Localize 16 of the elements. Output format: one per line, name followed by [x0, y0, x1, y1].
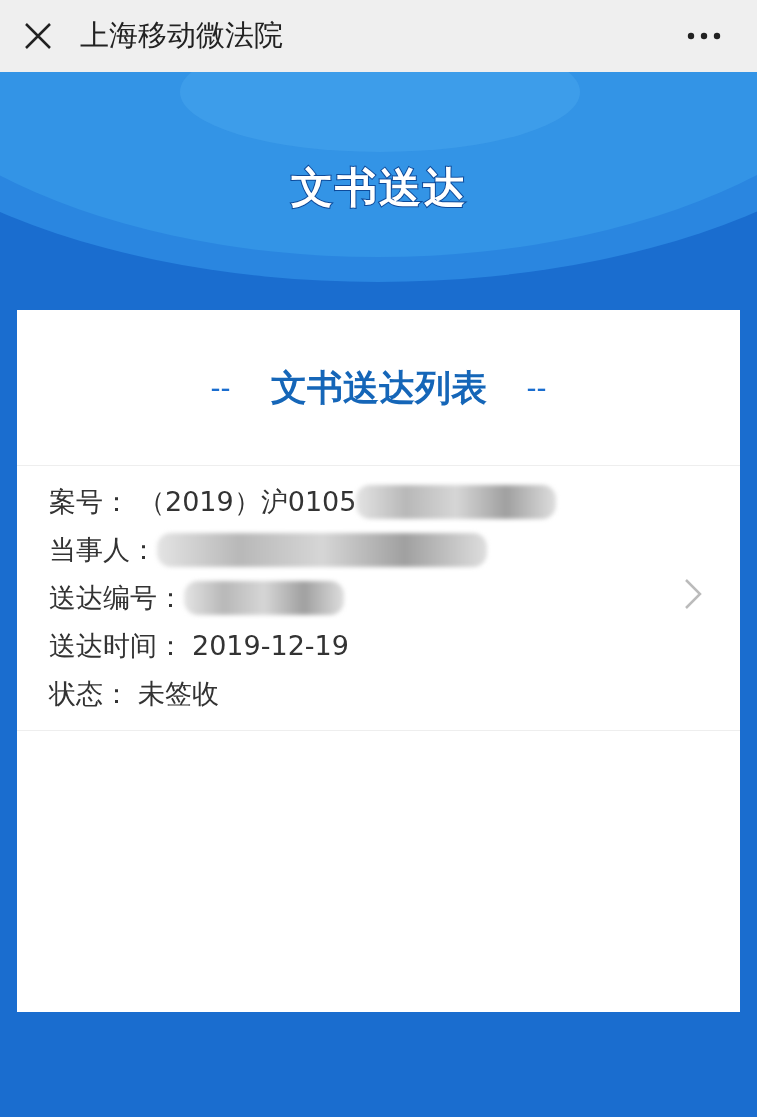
field-value: 未签收 [138, 676, 219, 711]
chevron-right-icon [684, 578, 702, 610]
title-dash: -- [210, 370, 231, 406]
field-value: 2019-12-19 [192, 628, 349, 663]
title-dash: -- [526, 370, 547, 406]
field-label: 状态： [49, 676, 130, 711]
field-label: 当事人： [49, 532, 157, 567]
window-title: 上海移动微法院 [80, 17, 283, 55]
field-value: （2019）沪0105 [138, 484, 357, 519]
more-icon[interactable] [687, 32, 721, 40]
field-label: 送达编号： [49, 580, 184, 615]
field-label: 送达时间： [49, 628, 184, 663]
banner-title: 文书送达 [290, 162, 467, 214]
field-label: 案号： [49, 484, 130, 519]
list-title: 文书送达列表 [270, 365, 487, 410]
close-icon[interactable] [24, 22, 52, 50]
